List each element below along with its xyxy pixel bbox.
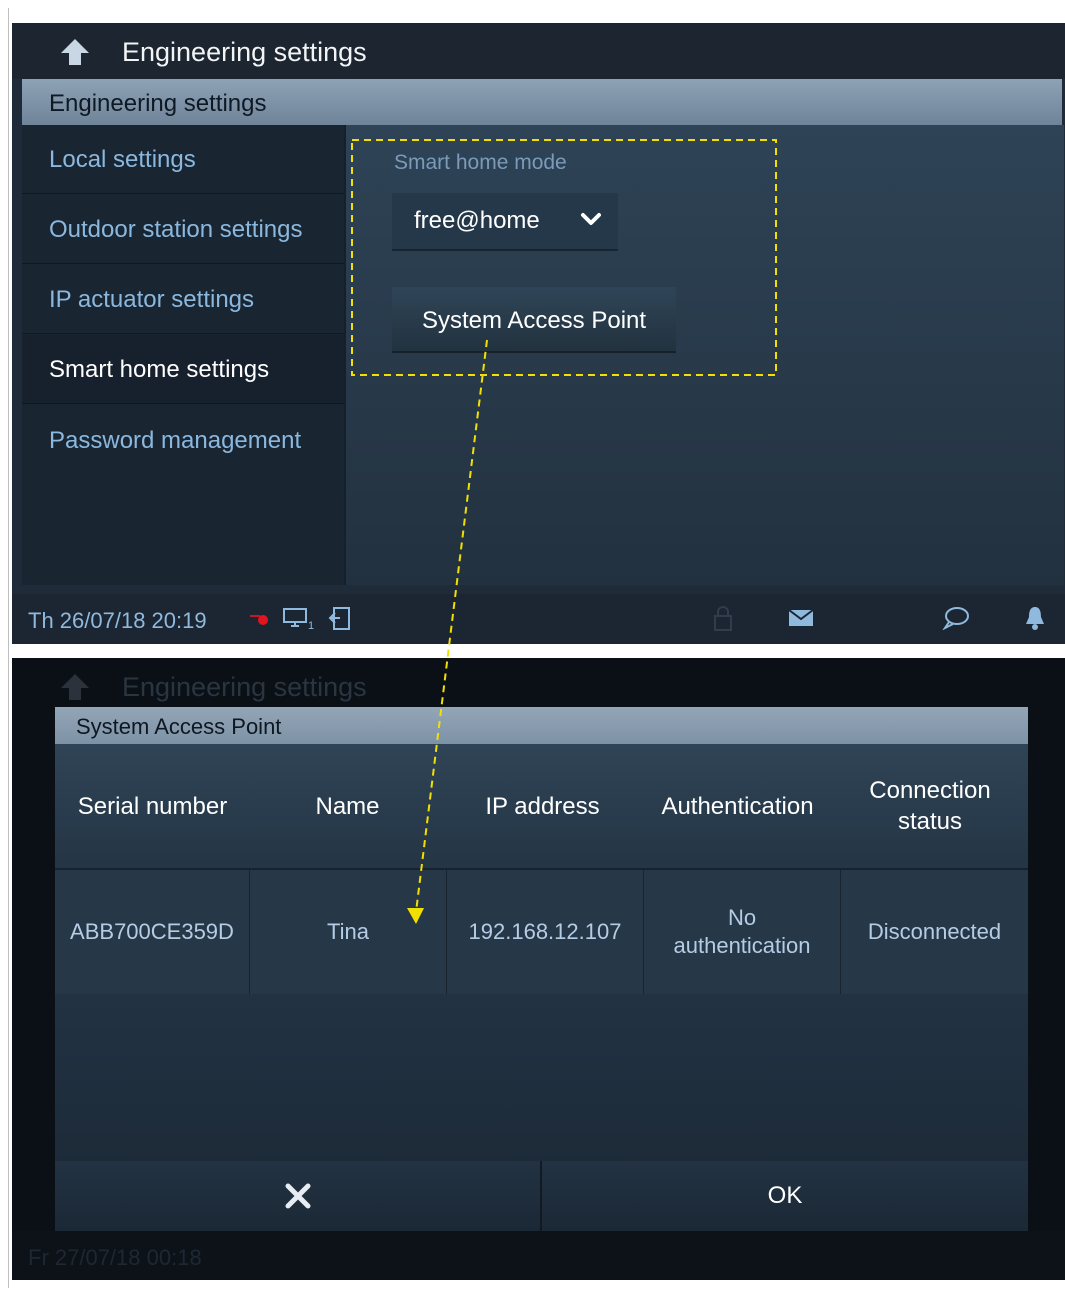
- figure-frame: [8, 8, 1065, 1288]
